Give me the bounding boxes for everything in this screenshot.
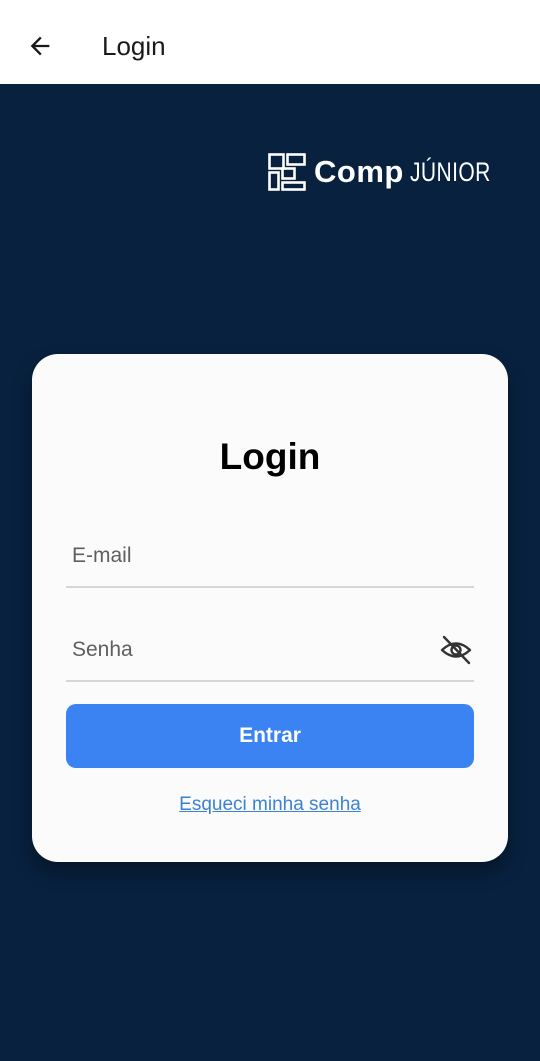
login-card-title: Login [219,436,321,477]
app-bar: Login [0,0,540,84]
login-submit-label: Entrar [239,724,301,747]
back-button[interactable] [14,20,66,72]
comp-junior-logo: Comp JÚNIOR [268,152,513,192]
password-input[interactable] [66,620,474,680]
login-submit-button[interactable]: Entrar [66,704,474,768]
email-input[interactable] [66,526,474,586]
logo-brand-main: Comp [314,154,404,189]
eye-off-icon [440,635,472,665]
login-card: Login Entrar Esqueci minha senha [32,354,508,862]
arrow-left-icon [30,36,50,56]
forgot-password-link[interactable]: Esqueci minha senha [32,794,508,816]
comp-junior-logo-mark [268,153,306,191]
email-field [66,526,474,588]
logo-brand-sub: JÚNIOR [409,156,491,187]
password-field [66,620,474,682]
app-bar-title: Login [102,31,166,61]
password-visibility-toggle[interactable] [438,632,474,668]
